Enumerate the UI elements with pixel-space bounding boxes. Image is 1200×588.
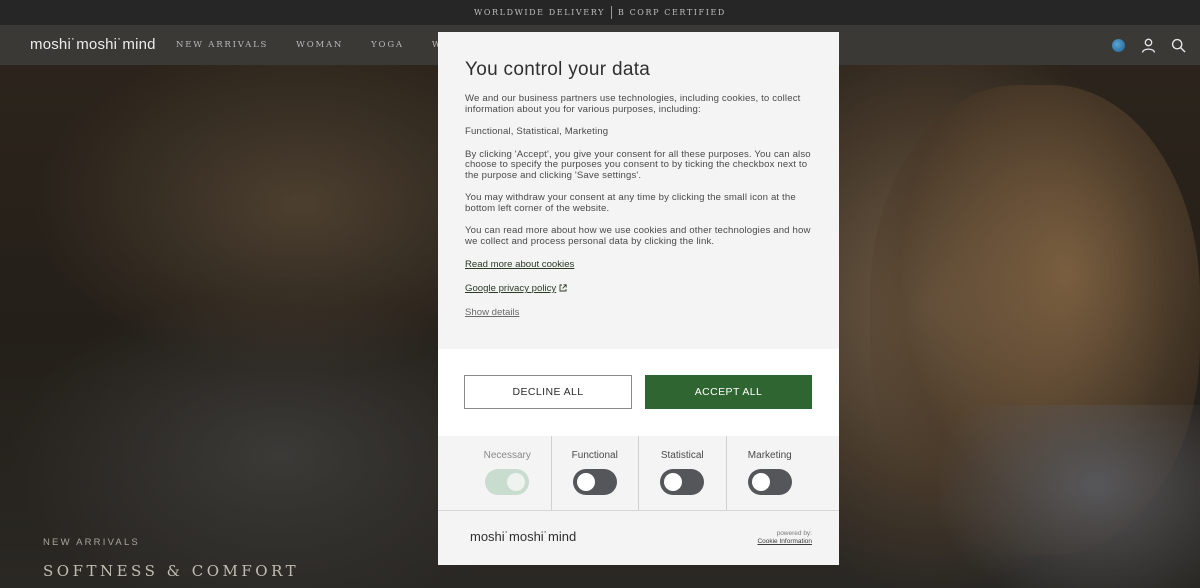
functional-toggle[interactable]: [572, 469, 617, 495]
globe-icon[interactable]: [1110, 37, 1126, 53]
cookie-consent-dialog: You control your data We and our busines…: [438, 32, 839, 565]
consent-paragraph: By clicking 'Accept', you give your cons…: [465, 148, 811, 181]
accept-all-button[interactable]: ACCEPT ALL: [645, 375, 812, 409]
consent-paragraph: You can read more about how we use cooki…: [465, 225, 811, 247]
toggle-functional: Functional: [552, 436, 639, 510]
consent-paragraph: You may withdraw your consent at any tim…: [465, 192, 796, 214]
consent-purposes: Functional, Statistical, Marketing: [465, 126, 609, 137]
toggle-label: Necessary: [483, 450, 531, 461]
google-privacy-link[interactable]: Google privacy policy: [465, 283, 813, 294]
read-more-cookies-link[interactable]: Read more about cookies: [465, 259, 813, 270]
hero-subtitle: NEW ARRIVALS: [43, 537, 140, 548]
brand-logo[interactable]: moshi˙moshi˙mind: [30, 36, 156, 53]
external-link-icon: [559, 284, 567, 292]
consent-toggles: Necessary Functional Statistical Marketi…: [464, 436, 813, 510]
consent-text-section: You control your data We and our busines…: [438, 32, 839, 349]
cookie-information-link[interactable]: Cookie Information: [757, 538, 812, 546]
consent-title: You control your data: [465, 59, 651, 80]
footer-brand-logo: moshi˙moshi˙mind: [470, 529, 577, 544]
hero-sweater: [940, 405, 1200, 588]
consent-buttons: DECLINE ALL ACCEPT ALL: [438, 349, 839, 436]
toggle-label: Statistical: [660, 450, 704, 461]
toggle-necessary: Necessary: [464, 436, 552, 510]
nav-link-new-arrivals[interactable]: NEW ARRIVALS: [176, 40, 268, 50]
toggle-statistical: Statistical: [639, 436, 727, 510]
nav-link-woman[interactable]: WOMAN: [296, 40, 343, 50]
announcement-bar: WORLDWIDE DELIVERY B CORP CERTIFIED: [0, 0, 1200, 25]
hero-title: SOFTNESS & COMFORT: [43, 562, 300, 580]
marketing-toggle[interactable]: [747, 469, 792, 495]
nav-link-yoga[interactable]: YOGA: [371, 40, 404, 50]
nav-icons: [1096, 37, 1186, 53]
google-privacy-label: Google privacy policy: [465, 283, 557, 294]
powered-by-label: powered by:: [776, 530, 812, 537]
divider: [610, 6, 612, 19]
toggle-label: Functional: [571, 450, 618, 461]
consent-footer: moshi˙moshi˙mind powered by: Cookie Info…: [438, 510, 839, 565]
consent-paragraph: We and our business partners use technol…: [465, 93, 801, 115]
necessary-toggle: [485, 469, 530, 495]
statistical-toggle[interactable]: [660, 469, 705, 495]
powered-by: powered by: Cookie Information: [757, 530, 812, 546]
toggle-label: Marketing: [747, 450, 792, 461]
search-icon[interactable]: [1170, 37, 1186, 53]
user-icon[interactable]: [1140, 37, 1156, 53]
nav-links: NEW ARRIVALS WOMAN YOGA WE: [176, 40, 478, 50]
show-details-link[interactable]: Show details: [465, 307, 813, 318]
bcorp-notice: B CORP CERTIFIED: [617, 8, 726, 17]
delivery-notice: WORLDWIDE DELIVERY: [474, 8, 605, 17]
toggle-marketing: Marketing: [727, 436, 814, 510]
decline-all-button[interactable]: DECLINE ALL: [464, 375, 632, 409]
